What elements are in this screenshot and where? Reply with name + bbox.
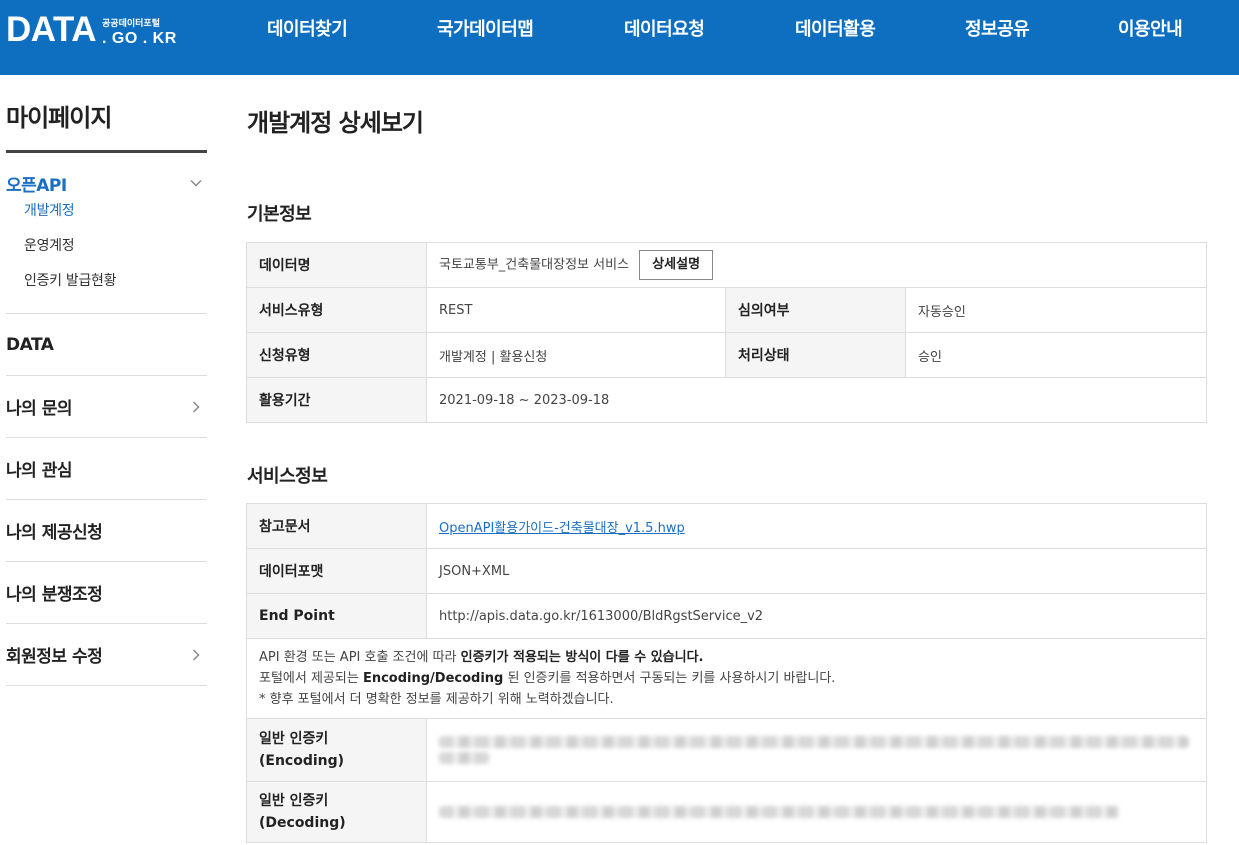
- sidebar-subitem-key-status[interactable]: 인증키 발급현황: [24, 264, 207, 299]
- sidebar-item-label: 나의 제공신청: [6, 523, 103, 543]
- section-title-basic-info: 기본정보: [247, 204, 312, 225]
- sidebar-subitem-prod-account[interactable]: 운영계정: [24, 229, 207, 264]
- encoding-key-value[interactable]: [426, 718, 1207, 782]
- nav-guide[interactable]: 이용안내: [1118, 15, 1183, 41]
- blurred-key: [439, 736, 1189, 748]
- sidebar-item-label: 나의 분쟁조정: [6, 585, 103, 605]
- encoding-key-label: 일반 인증키 (Encoding): [246, 718, 427, 782]
- sidebar-group-my-provision: 나의 제공신청: [6, 500, 207, 562]
- sidebar-group-open-api: 오픈API 개발계정 운영계정 인증키 발급현황: [6, 153, 207, 314]
- sidebar-group-data: DATA: [6, 314, 207, 376]
- service-info-table: 참고문서 OpenAPI활용가이드-건축물대장_v1.5.hwp 데이터포맷 J…: [246, 503, 1207, 843]
- apply-type-label: 신청유형: [246, 332, 427, 378]
- key-notice: API 환경 또는 API 호출 조건에 따라 인증키가 적용되는 방식이 다를…: [246, 638, 1207, 719]
- nav-national-data-map[interactable]: 국가데이터맵: [437, 15, 534, 41]
- service-type-value: REST: [426, 287, 726, 333]
- blurred-key: [439, 806, 1119, 818]
- nav-data-request[interactable]: 데이터요청: [624, 15, 705, 41]
- notice-line-2: 포털에서 제공되는 Encoding/Decoding 된 인증키를 적용하면서…: [259, 671, 836, 686]
- sidebar-item-open-api[interactable]: 오픈API: [6, 153, 207, 213]
- review-label: 심의여부: [725, 287, 906, 333]
- endpoint-label: End Point: [246, 593, 427, 639]
- nav-info-share[interactable]: 정보공유: [965, 15, 1030, 41]
- sidebar-item-label: DATA: [6, 334, 54, 355]
- status-label: 처리상태: [725, 332, 906, 378]
- chevron-down-icon: [190, 179, 202, 187]
- table-row: API 환경 또는 API 호출 조건에 따라 인증키가 적용되는 방식이 다를…: [246, 638, 1207, 719]
- period-label: 활용기간: [246, 377, 427, 423]
- table-row: 서비스유형 REST 심의여부 자동승인: [246, 287, 1208, 333]
- apply-type-value: 개발계정 | 활용신청: [426, 332, 726, 378]
- site-header: DATA 공공데이터포털 . GO . KR 데이터찾기 국가데이터맵 데이터요…: [0, 0, 1239, 75]
- decoding-key-label: 일반 인증키 (Decoding): [246, 781, 427, 843]
- sidebar-item-member-edit[interactable]: 회원정보 수정: [6, 624, 207, 685]
- chevron-right-icon: [192, 400, 200, 413]
- table-row: End Point http://apis.data.go.kr/1613000…: [246, 593, 1207, 639]
- page-title: 개발계정 상세보기: [247, 109, 424, 137]
- data-name-label: 데이터명: [246, 242, 427, 288]
- table-row: 일반 인증키 (Decoding): [246, 781, 1207, 843]
- notice-line-1: API 환경 또는 API 호출 조건에 따라 인증키가 적용되는 방식이 다를…: [259, 650, 704, 665]
- doc-label: 참고문서: [246, 503, 427, 549]
- sidebar-item-my-inquiry[interactable]: 나의 문의: [6, 376, 207, 437]
- sidebar-item-label: 회원정보 수정: [6, 647, 103, 667]
- table-row: 신청유형 개발계정 | 활용신청 처리상태 승인: [246, 332, 1208, 378]
- period-value: 2021-09-18 ~ 2023-09-18: [425, 377, 1208, 423]
- nav-find-data[interactable]: 데이터찾기: [267, 15, 348, 41]
- doc-cell: OpenAPI활용가이드-건축물대장_v1.5.hwp: [426, 503, 1207, 549]
- endpoint-value: http://apis.data.go.kr/1613000/BldRgstSe…: [426, 593, 1207, 639]
- format-value: JSON+XML: [426, 548, 1207, 594]
- nav-data-use[interactable]: 데이터활용: [795, 15, 876, 41]
- notice-line-3: * 향후 포털에서 더 명확한 정보를 제공하기 위해 노력하겠습니다.: [259, 692, 614, 707]
- sidebar-item-label: 오픈API: [6, 175, 67, 196]
- table-row: 참고문서 OpenAPI활용가이드-건축물대장_v1.5.hwp: [246, 503, 1207, 549]
- chevron-right-icon: [192, 648, 200, 661]
- sidebar-item-my-provision[interactable]: 나의 제공신청: [6, 500, 207, 561]
- sidebar-item-data[interactable]: DATA: [6, 314, 207, 375]
- table-row: 일반 인증키 (Encoding): [246, 718, 1207, 782]
- sidebar-group-my-dispute: 나의 분쟁조정: [6, 562, 207, 624]
- detail-description-button[interactable]: 상세설명: [639, 250, 714, 280]
- sidebar-item-label: 나의 문의: [6, 399, 72, 419]
- sidebar-group-my-interest: 나의 관심: [6, 438, 207, 500]
- sidebar-item-label: 나의 관심: [6, 461, 72, 481]
- main-nav: 데이터찾기 국가데이터맵 데이터요청 데이터활용 정보공유 이용안내: [0, 15, 1239, 41]
- section-title-service-info: 서비스정보: [247, 466, 328, 487]
- table-row: 데이터포맷 JSON+XML: [246, 548, 1207, 594]
- basic-info-table: 데이터명 국토교통부_건축물대장정보 서비스 상세설명 서비스유형 REST 심…: [246, 242, 1208, 423]
- format-label: 데이터포맷: [246, 548, 427, 594]
- blurred-key: [439, 752, 489, 764]
- table-row: 데이터명 국토교통부_건축물대장정보 서비스 상세설명: [246, 242, 1208, 288]
- service-type-label: 서비스유형: [246, 287, 427, 333]
- sidebar-item-my-interest[interactable]: 나의 관심: [6, 438, 207, 499]
- decoding-key-value[interactable]: [426, 781, 1207, 843]
- review-value: 자동승인: [904, 287, 1208, 333]
- sidebar-title: 마이페이지: [6, 100, 207, 153]
- sidebar-item-my-dispute[interactable]: 나의 분쟁조정: [6, 562, 207, 623]
- sidebar-group-my-inquiry: 나의 문의: [6, 376, 207, 438]
- sidebar: 마이페이지 오픈API 개발계정 운영계정 인증키 발급현황 DATA 나의 문…: [6, 100, 207, 686]
- sidebar-group-member-edit: 회원정보 수정: [6, 624, 207, 686]
- data-name-value: 국토교통부_건축물대장정보 서비스: [439, 257, 630, 273]
- table-row: 활용기간 2021-09-18 ~ 2023-09-18: [246, 377, 1208, 423]
- data-name-cell: 국토교통부_건축물대장정보 서비스 상세설명: [425, 242, 1208, 288]
- reference-doc-link[interactable]: OpenAPI활용가이드-건축물대장_v1.5.hwp: [439, 521, 685, 536]
- status-value: 승인: [904, 332, 1208, 378]
